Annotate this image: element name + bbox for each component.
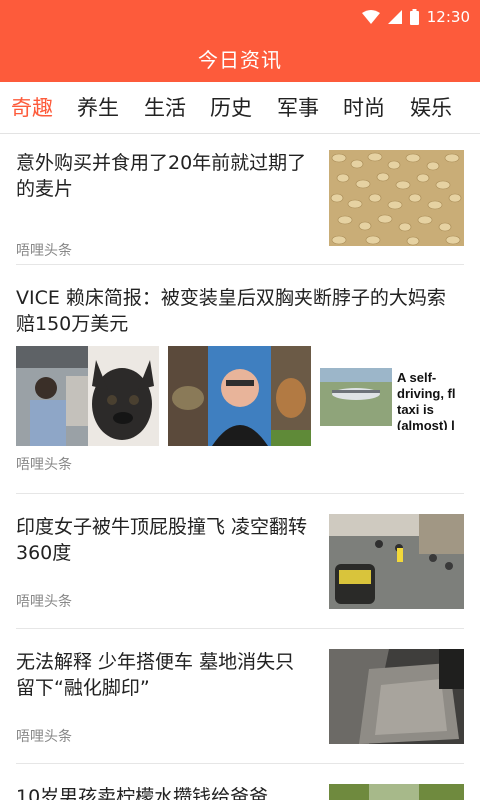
- app-title: 今日资讯: [198, 47, 282, 72]
- tab-shenghuo[interactable]: 生活: [144, 82, 186, 134]
- status-bar: 12:30: [0, 0, 480, 34]
- divider: [16, 763, 464, 764]
- ad-text: A self-driving, fl taxi is (almost) l: [397, 370, 456, 430]
- status-icons: 12:30: [361, 7, 470, 27]
- article-title: 意外购买并食用了20年前就过期了的麦片: [16, 152, 307, 200]
- wifi-icon: [361, 10, 380, 24]
- article-image-portraits: [168, 346, 311, 446]
- article-thumbnail: [329, 649, 464, 744]
- article-thumbnail: [329, 784, 464, 800]
- news-feed[interactable]: 意外购买并食用了20年前就过期了的麦片 唔哩头条 VICE 赖床简报：被变装皇后…: [0, 134, 480, 800]
- article-item[interactable]: 10岁男孩卖柠檬水攒钱给爸爸: [16, 784, 464, 800]
- divider: [16, 493, 464, 494]
- article-item[interactable]: VICE 赖床简报：被变装皇后双胸夹断脖子的大妈索赔150万美元 A self-…: [16, 285, 464, 475]
- article-title: 印度女子被牛顶屁股撞飞 凌空翻转360度: [16, 516, 308, 564]
- tab-junshi[interactable]: 军事: [277, 82, 319, 134]
- article-title: 10岁男孩卖柠檬水攒钱给爸爸: [16, 786, 269, 800]
- article-title: 无法解释 少年搭便车 墓地消失只留下“融化脚印”: [16, 651, 295, 699]
- article-image-ad: A self-driving, fl taxi is (almost) l: [320, 346, 464, 446]
- article-image-airplane-cabin: [16, 346, 159, 446]
- tab-qiqu[interactable]: 奇趣: [11, 82, 53, 134]
- article-item[interactable]: 意外购买并食用了20年前就过期了的麦片 唔哩头条: [16, 150, 464, 260]
- category-tabs: 奇趣 养生 生活 历史 军事 时尚 娱乐: [0, 82, 480, 134]
- article-thumbnail: [329, 514, 464, 609]
- divider: [16, 264, 464, 265]
- cell-signal-icon: [387, 10, 402, 24]
- tab-yule[interactable]: 娱乐: [410, 82, 452, 134]
- article-title: VICE 赖床简报：被变装皇后双胸夹断脖子的大妈索赔150万美元: [16, 287, 446, 335]
- divider: [16, 628, 464, 629]
- article-item[interactable]: 无法解释 少年搭便车 墓地消失只留下“融化脚印” 唔哩头条: [16, 649, 464, 759]
- status-time: 12:30: [426, 8, 470, 26]
- article-source: 唔哩头条: [16, 594, 72, 610]
- article-source: 唔哩头条: [16, 729, 72, 745]
- tab-shishang[interactable]: 时尚: [343, 82, 385, 134]
- battery-icon: [409, 9, 419, 25]
- app-bar: 今日资讯: [0, 34, 480, 82]
- article-source: 唔哩头条: [16, 243, 72, 259]
- tab-lishi[interactable]: 历史: [210, 82, 252, 134]
- article-item[interactable]: 印度女子被牛顶屁股撞飞 凌空翻转360度 唔哩头条: [16, 514, 464, 624]
- tab-yangsheng[interactable]: 养生: [77, 82, 119, 134]
- article-source: 唔哩头条: [16, 457, 72, 473]
- article-thumbnail: [329, 150, 464, 246]
